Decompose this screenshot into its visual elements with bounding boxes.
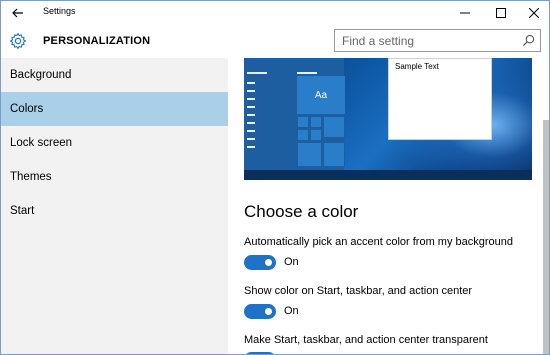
page-header: PERSONALIZATION	[1, 24, 549, 58]
sidebar-item-background[interactable]: Background	[1, 58, 228, 92]
preview-tile: Aa	[297, 76, 345, 114]
sidebar-item-lock-screen[interactable]: Lock screen	[1, 126, 228, 160]
main-content: Aa Sample Text Choose a color Automatica…	[228, 58, 541, 354]
sidebar-item-themes[interactable]: Themes	[1, 160, 228, 194]
search-icon[interactable]	[522, 34, 535, 47]
toggle-knob	[265, 259, 272, 266]
sample-window: Sample Text	[388, 58, 492, 140]
setting-label-show-color: Show color on Start, taskbar, and action…	[244, 285, 473, 297]
sample-text: Sample Text	[395, 62, 439, 71]
auto-accent-toggle[interactable]	[244, 255, 276, 270]
show-color-state: On	[284, 305, 299, 317]
search-box[interactable]	[334, 29, 541, 52]
preview-start-menu: Aa	[244, 58, 345, 170]
sidebar-item-label: Start	[10, 205, 35, 217]
sidebar-item-label: Lock screen	[10, 137, 73, 149]
window-title: Settings	[43, 6, 76, 16]
back-button[interactable]	[1, 1, 35, 24]
close-icon	[529, 7, 539, 18]
maximize-button[interactable]	[484, 1, 518, 24]
sidebar-item-label: Themes	[10, 171, 52, 183]
close-button[interactable]	[517, 1, 549, 24]
minimize-icon	[460, 12, 470, 13]
scrollbar[interactable]	[541, 58, 549, 354]
sidebar-item-colors[interactable]: Colors	[1, 92, 228, 126]
sidebar-item-label: Colors	[10, 103, 44, 115]
maximize-icon	[496, 7, 506, 18]
preview-taskbar	[244, 170, 532, 180]
auto-accent-state: On	[284, 256, 299, 268]
back-arrow-icon	[12, 8, 23, 17]
minimize-button[interactable]	[448, 1, 482, 24]
page-title: PERSONALIZATION	[43, 35, 151, 47]
settings-window: Settings PERSONALIZATION Find a setting …	[0, 0, 550, 355]
show-color-toggle[interactable]	[244, 304, 276, 319]
gear-icon	[9, 32, 27, 50]
setting-label-auto-accent: Automatically pick an accent color from …	[244, 236, 514, 248]
search-input[interactable]	[335, 30, 515, 51]
scrollbar-thumb[interactable]	[543, 120, 549, 354]
sidebar-item-start[interactable]: Start	[1, 194, 228, 228]
preview-tile-label: Aa	[314, 89, 328, 101]
sidebar-item-label: Background	[10, 69, 72, 81]
color-preview: Aa Sample Text	[244, 58, 532, 180]
section-title: Choose a color	[244, 202, 359, 221]
sidebar: Background Colors Lock screen Themes Sta…	[1, 58, 228, 354]
toggle-knob	[265, 308, 272, 315]
setting-label-transparent: Make Start, taskbar, and action center t…	[244, 334, 488, 346]
title-bar: Settings	[1, 1, 549, 24]
